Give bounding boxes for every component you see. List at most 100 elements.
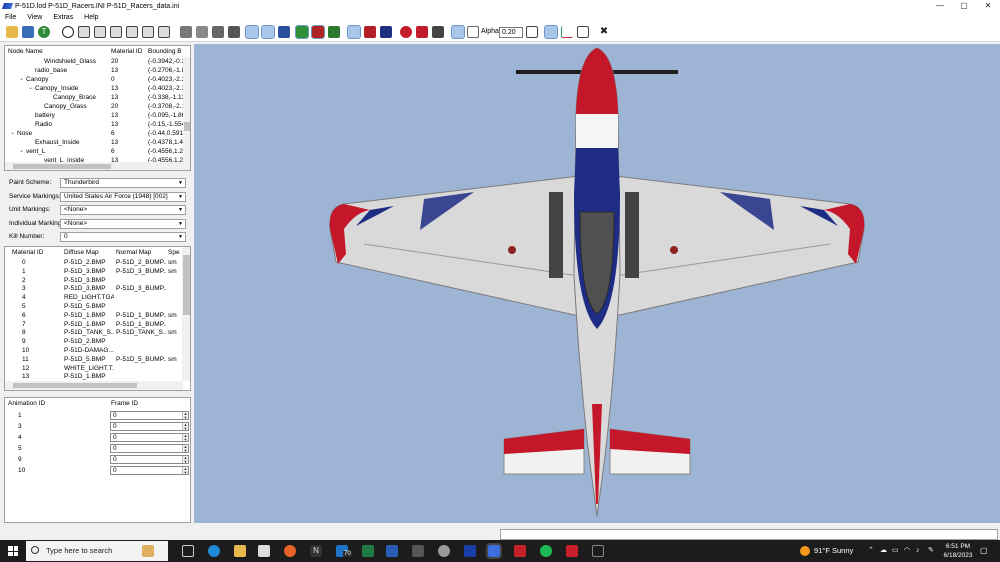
lights-icon[interactable]	[400, 26, 412, 38]
specular-cell[interactable]	[168, 337, 181, 346]
chevron-down-icon[interactable]: ▼	[178, 179, 183, 187]
frame-id-spinner[interactable]: 0 ▲ ▼	[110, 422, 189, 431]
normal-map-cell[interactable]: P-51D_1_BUMP....	[116, 311, 166, 320]
view-back-icon[interactable]	[110, 26, 122, 38]
materials-hscroll-thumb[interactable]	[13, 383, 137, 388]
normal-map-cell[interactable]: P-51D_2_BUMP....	[116, 258, 166, 267]
acrobat-icon[interactable]	[514, 545, 526, 557]
col-diffuse-map[interactable]: Diffuse Map	[64, 247, 99, 258]
settings-icon[interactable]	[438, 545, 450, 557]
grid-icon[interactable]	[544, 25, 558, 39]
col-material-id[interactable]: Material ID	[111, 46, 142, 57]
frame-id-spinner[interactable]: 0 ▲ ▼	[110, 455, 189, 464]
individual-markings-select[interactable]: <None> ▼	[60, 218, 186, 229]
material-id-cell[interactable]: 4	[22, 293, 52, 302]
diffuse-map-cell[interactable]: RED_LIGHT.TGA	[64, 293, 114, 302]
notifications-icon[interactable]: ▢	[980, 540, 988, 562]
tree-node-name[interactable]: battery	[35, 111, 108, 120]
material-id-cell[interactable]: 7	[22, 320, 52, 329]
view-box-icon[interactable]	[78, 26, 90, 38]
frame-id-spinner[interactable]: 0 ▲ ▼	[110, 466, 189, 475]
tree-node-name[interactable]: Canopy_Glass	[44, 102, 108, 111]
calculator-icon[interactable]	[412, 545, 424, 557]
specular-cell[interactable]: sm	[168, 328, 181, 337]
diffuse-map-cell[interactable]: P-51D_1.BMP	[64, 320, 114, 329]
effects-icon[interactable]	[416, 26, 428, 38]
open-folder-icon[interactable]	[6, 26, 18, 38]
spin-down-icon[interactable]: ▼	[182, 438, 188, 442]
tree-node-name[interactable]: Canopy_Inside	[35, 84, 108, 93]
menu-file[interactable]: File	[0, 14, 22, 21]
normal-map-cell[interactable]	[116, 346, 166, 355]
store-icon[interactable]	[258, 545, 270, 557]
spin-down-icon[interactable]: ▼	[182, 427, 188, 431]
tree-node-name[interactable]: radio_base	[35, 66, 108, 75]
specular-cell[interactable]	[168, 293, 181, 302]
material-id-cell[interactable]: 5	[22, 302, 52, 311]
material-id-cell[interactable]: 11	[22, 355, 52, 364]
diffuse-map-cell[interactable]: P-51D_5.BMP	[64, 355, 114, 364]
specular-cell[interactable]: sm	[168, 267, 181, 276]
pen-icon[interactable]: ✎	[928, 540, 934, 562]
normal-map-cell[interactable]	[116, 337, 166, 346]
transparency-icon[interactable]	[467, 26, 479, 38]
edge-icon[interactable]	[208, 545, 220, 557]
tree-node-name[interactable]: Exhaust_Inside	[35, 138, 108, 147]
shade-smooth-icon[interactable]	[196, 26, 208, 38]
material-id-cell[interactable]: 0	[22, 258, 52, 267]
weather-text[interactable]: 91°F Sunny	[814, 540, 853, 562]
specular-map-icon[interactable]	[328, 26, 340, 38]
normal-map-cell[interactable]: P-51D_3_BUMP....	[116, 284, 166, 293]
texture-icon[interactable]: T	[38, 26, 50, 38]
chevron-down-icon[interactable]: ▼	[178, 206, 183, 214]
diffuse-map-cell[interactable]: WHITE_LIGHT.T...	[64, 364, 114, 373]
notion-icon[interactable]: N	[310, 545, 322, 557]
unit-markings-select[interactable]: <None> ▼	[60, 205, 186, 215]
diffuse-map-cell[interactable]: P-51D_2.BMP	[64, 337, 114, 346]
specular-cell[interactable]	[168, 346, 181, 355]
material-id-cell[interactable]: 8	[22, 328, 52, 337]
tree-expand-icon[interactable]: ⌄	[10, 129, 15, 138]
specular-cell[interactable]: sm	[168, 311, 181, 320]
spin-down-icon[interactable]: ▼	[182, 416, 188, 420]
material-id-cell[interactable]: 3	[22, 284, 52, 293]
alpha-input[interactable]: 0.20	[499, 27, 523, 38]
bump-map-icon[interactable]	[311, 25, 325, 39]
diffuse-map-cell[interactable]: P-51D_3.BMP	[64, 276, 114, 285]
normal-map-cell[interactable]: P-51D_5_BUMP....	[116, 355, 166, 364]
damage-icon[interactable]	[364, 26, 376, 38]
normal-map-cell[interactable]: P-51D_1_BUMP....	[116, 320, 166, 329]
paint-scheme-select[interactable]: Thunderbird ▼	[60, 178, 186, 188]
tree-node-name[interactable]: vent_L	[26, 147, 108, 156]
specular-cell[interactable]	[168, 276, 181, 285]
specular-cell[interactable]: sm	[168, 355, 181, 364]
normal-map-cell[interactable]	[116, 276, 166, 285]
task-view-icon[interactable]	[182, 545, 194, 557]
tray-monitor-icon[interactable]: ▭	[892, 540, 899, 562]
firefox-icon[interactable]	[284, 545, 296, 557]
chevron-down-icon[interactable]: ▼	[178, 233, 183, 241]
device-icon[interactable]	[592, 545, 604, 557]
tree-node-name[interactable]: Canopy	[26, 75, 108, 84]
diffuse-map-cell[interactable]: P-51D_3.BMP	[64, 267, 114, 276]
material-id-cell[interactable]: 6	[22, 311, 52, 320]
maximize-button[interactable]: ▢	[951, 0, 977, 12]
tools-icon[interactable]: ✖	[598, 26, 610, 38]
tree-hscroll-thumb[interactable]	[13, 164, 111, 169]
spin-down-icon[interactable]: ▼	[182, 449, 188, 453]
tree-node-name[interactable]: Radio	[35, 120, 108, 129]
view-top-icon[interactable]	[158, 26, 170, 38]
frame-id-spinner[interactable]: 0 ▲ ▼	[110, 433, 189, 442]
col-animation-id[interactable]: Animation ID	[8, 398, 45, 409]
file-explorer-icon[interactable]	[234, 545, 246, 557]
spotify-icon[interactable]	[540, 545, 552, 557]
diffuse-map-cell[interactable]: P-51D_5.BMP	[64, 302, 114, 311]
tray-cloud-icon[interactable]: ☁	[880, 540, 887, 562]
excel-icon[interactable]	[362, 545, 374, 557]
chevron-down-icon[interactable]: ▼	[178, 193, 183, 201]
search-highlight-icon[interactable]	[142, 545, 154, 557]
tree-expand-icon[interactable]: ⌄	[28, 84, 33, 93]
tree-node-name[interactable]: Windshield_Glass	[44, 57, 108, 66]
frame-id-spinner[interactable]: 0 ▲ ▼	[110, 411, 189, 420]
shade-flat-icon[interactable]	[180, 26, 192, 38]
